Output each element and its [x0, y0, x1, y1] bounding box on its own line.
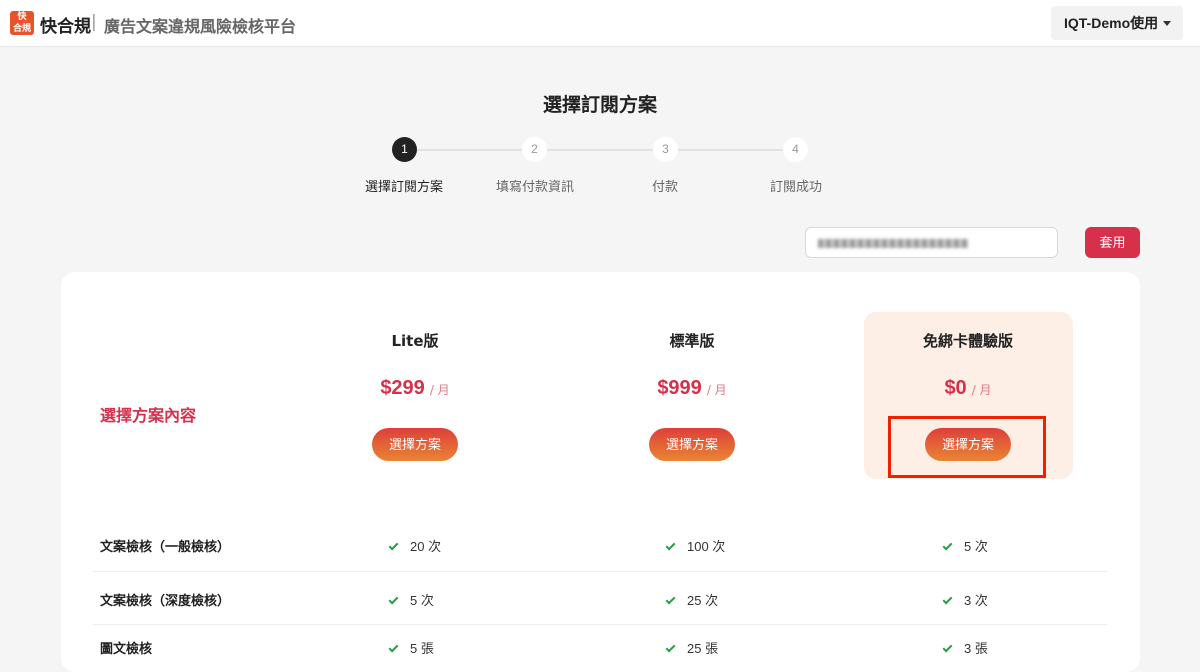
coupon-code-input[interactable] [805, 227, 1058, 258]
stepper-track [404, 149, 796, 151]
brand-name[interactable]: 快合規 [40, 12, 91, 37]
brand-logo-icon[interactable]: 快合規 [10, 11, 34, 35]
account-label: IQT-Demo使用 [1064, 15, 1159, 31]
feature-label: 文案檢核（深度檢核） [100, 594, 231, 609]
check-icon [942, 594, 953, 605]
check-icon [665, 594, 676, 605]
plan-trial-price: $0 / 月 [868, 377, 1068, 400]
page-title: 選擇訂閱方案 [542, 94, 657, 116]
row-divider [93, 571, 1107, 572]
account-dropdown-button[interactable]: IQT-Demo使用 [1051, 6, 1183, 40]
step-2-circle: 2 [522, 137, 547, 162]
redacted-coupon-code [818, 239, 968, 248]
check-icon [388, 540, 399, 551]
select-plan-standard-button[interactable]: 選擇方案 [649, 428, 735, 461]
select-plan-lite-button[interactable]: 選擇方案 [372, 428, 458, 461]
plan-trial-amount: $0 [944, 377, 967, 399]
step-1-label: 選擇訂閱方案 [364, 180, 443, 195]
step-3-circle: 3 [653, 137, 678, 162]
check-icon [665, 540, 676, 551]
brand-subtitle: 廣告文案違規風險檢核平台 [104, 17, 297, 36]
price-unit: / 月 [706, 383, 727, 397]
feature-value: 20 次 [388, 536, 441, 555]
apply-coupon-button[interactable]: 套用 [1085, 227, 1140, 258]
step-1-circle: 1 [392, 137, 417, 162]
plan-standard-amount: $999 [657, 377, 702, 399]
plan-trial-name: 免綁卡體驗版 [922, 332, 1013, 350]
price-unit: / 月 [429, 383, 450, 397]
plan-content-heading: 選擇方案內容 [100, 406, 197, 425]
row-divider [93, 624, 1107, 625]
feature-value: 5 次 [388, 590, 434, 609]
feature-value: 100 次 [665, 536, 725, 555]
check-icon [942, 540, 953, 551]
step-3-label: 付款 [651, 180, 678, 195]
check-icon [388, 594, 399, 605]
plan-lite-price: $299 / 月 [315, 377, 515, 400]
feature-value: 3 次 [942, 590, 988, 609]
brand-separator: | [91, 12, 97, 32]
step-2-label: 填寫付款資訊 [495, 180, 574, 195]
price-unit: / 月 [971, 383, 992, 397]
feature-label: 文案檢核（一般檢核） [100, 540, 231, 555]
step-4-label: 訂閱成功 [769, 180, 822, 195]
feature-value: 25 次 [665, 590, 718, 609]
plan-standard-price: $999 / 月 [592, 377, 792, 400]
plan-standard-name: 標準版 [669, 332, 715, 350]
annotation-highlight-box [888, 416, 1046, 478]
step-4-circle: 4 [783, 137, 808, 162]
feature-value: 5 次 [942, 536, 988, 555]
chevron-down-icon [1163, 21, 1171, 26]
top-navbar: 快合規 快合規 | 廣告文案違規風險檢核平台 IQT-Demo使用 [0, 0, 1200, 47]
plan-lite-amount: $299 [380, 377, 425, 399]
plan-lite-name: Lite版 [391, 332, 439, 350]
